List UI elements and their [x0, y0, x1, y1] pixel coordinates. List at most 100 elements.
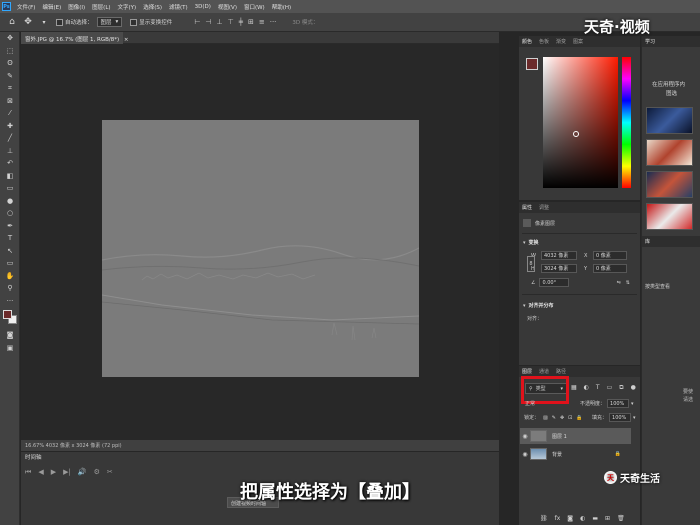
library-filter[interactable]: 按类型查看 [645, 283, 700, 290]
menu-3d[interactable]: 3D(D) [195, 4, 211, 10]
healing-brush-tool-icon[interactable]: ✚ [0, 120, 20, 133]
timeline-tab[interactable]: 时间轴 [25, 453, 42, 461]
eyedropper-tool-icon[interactable]: ⁄ [0, 107, 20, 120]
filter-toggle-icon[interactable]: ● [631, 384, 636, 392]
height-field[interactable]: 3024 像素 [541, 264, 577, 273]
new-group-icon[interactable]: ▬ [592, 515, 598, 522]
tab-layers[interactable]: 图层 [522, 368, 532, 375]
quick-mask-icon[interactable]: ◙ [0, 329, 20, 342]
document-canvas-image[interactable] [102, 120, 419, 377]
layer-row-layer1[interactable]: ◉ 图层 1 [520, 428, 631, 444]
layer-style-icon[interactable]: fx [555, 515, 561, 522]
tutorial-thumbnail[interactable] [646, 139, 693, 166]
align-left-icon[interactable]: ⊢ [194, 18, 200, 26]
link-dimensions-icon[interactable]: 8 [527, 256, 535, 272]
align-top-icon[interactable]: ⊤ [228, 18, 234, 26]
audio-icon[interactable]: 🔊 [78, 468, 87, 477]
close-tab-icon[interactable]: × [124, 37, 129, 43]
foreground-color-swatch[interactable] [3, 310, 12, 319]
distribute-icon[interactable]: ≡ [259, 18, 265, 26]
eraser-tool-icon[interactable]: ◧ [0, 170, 20, 183]
move-tool-icon[interactable]: ✥ [0, 32, 20, 45]
tab-patterns[interactable]: 图案 [573, 38, 583, 45]
tab-channels[interactable]: 通道 [539, 368, 549, 375]
color-picker-field[interactable] [543, 57, 618, 188]
flip-vertical-icon[interactable]: ⇅ [626, 280, 630, 286]
tutorial-thumbnail[interactable] [646, 107, 693, 134]
menu-file[interactable]: 文件(F) [17, 3, 35, 11]
adjustment-layer-icon[interactable]: ◐ [580, 515, 585, 522]
delete-layer-icon[interactable]: 🗑 [617, 515, 625, 522]
filter-shape-icon[interactable]: ▭ [607, 384, 613, 392]
frame-tool-icon[interactable]: ⊠ [0, 95, 20, 108]
lock-image-icon[interactable]: ✎ [552, 415, 556, 421]
menu-help[interactable]: 帮助(H) [272, 3, 291, 11]
chevron-down-icon[interactable]: ▾ [633, 415, 636, 421]
split-icon[interactable]: ✂ [107, 468, 113, 477]
opacity-field[interactable]: 100% [607, 399, 630, 408]
filter-pixel-icon[interactable]: ▦ [571, 384, 577, 392]
align-right-icon[interactable]: ⊥ [217, 18, 223, 26]
photoshop-logo-icon[interactable]: Ps [2, 2, 11, 11]
marquee-tool-icon[interactable]: ⬚ [0, 45, 20, 58]
path-selection-tool-icon[interactable]: ↖ [0, 245, 20, 258]
lock-position-icon[interactable]: ✥ [560, 415, 564, 421]
type-tool-icon[interactable]: T [0, 232, 20, 245]
menu-select[interactable]: 选择(S) [143, 3, 162, 11]
menu-layer[interactable]: 图层(L) [92, 3, 110, 11]
crop-tool-icon[interactable]: ⌗ [0, 82, 20, 95]
screen-mode-icon[interactable]: ▣ [0, 342, 20, 355]
dodge-tool-icon[interactable]: ○ [0, 207, 20, 220]
tab-libraries[interactable]: 库 [645, 239, 650, 245]
layer-name[interactable]: 图层 1 [552, 433, 567, 440]
layer-row-background[interactable]: ◉ 背景 🔒 [520, 446, 631, 462]
move-tool-icon[interactable]: ✥ [22, 16, 34, 28]
menu-filter[interactable]: 滤镜(T) [169, 3, 188, 11]
menu-image[interactable]: 图像(I) [68, 3, 85, 11]
eye-icon[interactable]: ◉ [520, 451, 530, 458]
show-transform-checkbox[interactable] [130, 18, 138, 26]
prev-frame-icon[interactable]: ◀ [38, 468, 43, 477]
clone-stamp-tool-icon[interactable]: ⊥ [0, 145, 20, 158]
document-tab[interactable]: 窗外.JPG @ 16.7% (图层 1, RGB/8*) × [21, 32, 129, 44]
transform-header[interactable]: ▾ 变换 [519, 234, 640, 249]
tutorial-thumbnail[interactable] [646, 171, 693, 198]
y-field[interactable]: 0 像素 [593, 264, 627, 273]
width-field[interactable]: 4032 像素 [541, 251, 577, 260]
hand-tool-icon[interactable]: ✋ [0, 270, 20, 283]
fill-field[interactable]: 100% [609, 413, 632, 422]
menu-edit[interactable]: 编辑(E) [42, 3, 61, 11]
settings-icon[interactable]: ⚙ [94, 468, 100, 477]
history-brush-tool-icon[interactable]: ↶ [0, 157, 20, 170]
angle-field[interactable]: 0.00° [539, 278, 570, 287]
new-layer-icon[interactable]: ⊞ [605, 515, 610, 522]
tab-gradients[interactable]: 渐变 [556, 38, 566, 45]
blur-tool-icon[interactable]: ● [0, 195, 20, 208]
foreground-color-swatch[interactable] [526, 58, 538, 70]
pen-tool-icon[interactable]: ✒ [0, 220, 20, 233]
tab-adjustments[interactable]: 调整 [539, 204, 549, 211]
first-frame-icon[interactable]: ⏮ [25, 468, 31, 477]
lock-all-icon[interactable]: 🔒 [576, 415, 582, 421]
align-middle-icon[interactable]: ╪ [239, 18, 243, 26]
tab-swatches[interactable]: 色板 [539, 38, 549, 45]
home-icon[interactable]: ⌂ [6, 16, 18, 28]
layer-name[interactable]: 背景 [552, 451, 562, 458]
filter-adjustment-icon[interactable]: ◐ [584, 384, 589, 392]
tab-paths[interactable]: 路径 [556, 368, 566, 375]
more-tools-icon[interactable]: ··· [0, 295, 20, 308]
tab-properties[interactable]: 属性 [522, 204, 532, 211]
next-frame-icon[interactable]: ▶| [63, 468, 71, 477]
auto-select-dropdown[interactable]: 图层 ▾ [96, 17, 123, 27]
chevron-down-icon[interactable]: ▾ [631, 401, 634, 407]
align-center-icon[interactable]: ⊣ [205, 18, 211, 26]
brush-tool-icon[interactable]: ╱ [0, 132, 20, 145]
menu-window[interactable]: 窗口(W) [244, 3, 265, 11]
quick-select-tool-icon[interactable]: ✎ [0, 70, 20, 83]
filter-smart-object-icon[interactable]: ⧉ [619, 384, 623, 392]
menu-view[interactable]: 视图(V) [218, 3, 237, 11]
align-header[interactable]: ▾ 对齐并分布 [519, 299, 640, 312]
tab-color[interactable]: 颜色 [522, 38, 532, 45]
blend-mode-dropdown[interactable]: 正常 [525, 400, 535, 407]
tab-learn[interactable]: 学习 [645, 39, 655, 45]
